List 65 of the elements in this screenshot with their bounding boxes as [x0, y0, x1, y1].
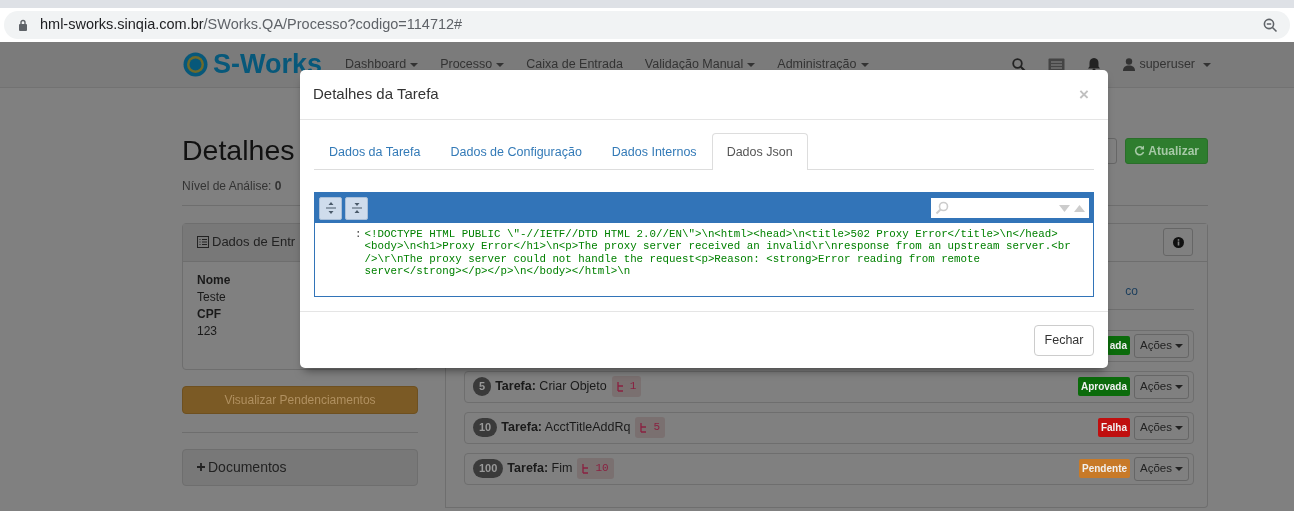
status-badge: Pendente	[1079, 459, 1131, 478]
actions-button[interactable]: Ações	[1134, 374, 1189, 399]
logo-icon	[182, 51, 209, 78]
reference-badge: 5	[635, 417, 666, 438]
info-button[interactable]	[1163, 228, 1193, 256]
field-label: CPF	[197, 305, 221, 323]
tab[interactable]: Dados Internos	[596, 133, 712, 170]
field-value: Teste	[197, 288, 226, 306]
expand-icon	[324, 201, 337, 215]
tree-icon	[616, 381, 625, 392]
number-badge: 10	[473, 418, 498, 437]
actions-button[interactable]: Ações	[1134, 333, 1189, 358]
nav-menu-item[interactable]: Caixa de Entrada	[526, 55, 623, 74]
expand-all-button[interactable]	[319, 196, 342, 220]
brand-logo-text[interactable]: S-Works	[213, 44, 323, 85]
collapse-all-button[interactable]	[345, 196, 368, 220]
task-row[interactable]: 100 Tarefa: Fim 10 Pendente Ações	[464, 452, 1194, 485]
key-separator: :	[355, 228, 362, 242]
list-icon	[197, 236, 209, 248]
panel-title: Dados de Entr	[212, 233, 296, 252]
nav-menu-label[interactable]: Processo	[440, 55, 493, 74]
field-label: Nome	[197, 271, 231, 289]
bell-icon[interactable]	[1087, 57, 1102, 72]
tab[interactable]: Dados da Tarefa	[314, 133, 436, 170]
task-row[interactable]: 5 Tarefa: Criar Objeto 1 Aprovada Ações	[464, 370, 1194, 403]
pending-button[interactable]: Visualizar Pendenciamentos	[182, 385, 418, 414]
page-title: Detalhes	[182, 136, 295, 165]
search-icon[interactable]	[1012, 57, 1027, 72]
reference-badge: 1	[611, 376, 642, 397]
task-label: Tarefa: Criar Objeto	[495, 378, 607, 396]
reference-badge: 10	[577, 458, 614, 479]
lock-icon	[18, 19, 28, 31]
tab[interactable]: Dados de Configuração	[435, 133, 597, 170]
tab[interactable]: Dados Json	[711, 133, 808, 170]
link-text[interactable]: co	[1125, 281, 1138, 309]
number-badge: 100	[473, 459, 504, 478]
status-badge: Falha	[1097, 418, 1131, 437]
info-icon	[1172, 236, 1184, 248]
task-label: Tarefa: Fim	[507, 460, 573, 478]
collapse-icon	[350, 201, 363, 215]
search-icon	[935, 201, 949, 215]
status-badge: ada	[1106, 336, 1131, 355]
task-label: Tarefa: AcctTitleAddRq	[501, 419, 631, 437]
refresh-button[interactable]: Atualizar	[1125, 137, 1208, 164]
documents-panel[interactable]: Documentos	[182, 448, 418, 486]
number-badge: 5	[473, 377, 492, 396]
refresh-icon	[1134, 145, 1146, 156]
close-dialog-button[interactable]: Fechar	[1034, 325, 1094, 356]
zoom-out-icon[interactable]	[1263, 17, 1278, 33]
nav-menu-label[interactable]: Dashboard	[345, 55, 407, 74]
status-badge: Aprovada	[1077, 377, 1131, 396]
plus-icon	[197, 463, 205, 471]
json-value[interactable]: <!DOCTYPE HTML PUBLIC \"-//IETF//DTD HTML 2.0//EN\">\n<html><head>\n<title>502 Proxy Error</title>\n</head> <body>\n<h1>Proxy Error</h1>\n<p>The proxy server received an invalid\r\nresponse from an upstream server.<br />\r\nThe proxy server could not handle the request<p>Reason: <strong>Error reading from remote server</strong></p></p>\n</body></html>\n	[364, 228, 1071, 278]
nav-menu-item[interactable]: Processo	[440, 55, 505, 74]
analysis-level: Nível de Análise: 0	[182, 177, 283, 195]
dialog-title: Detalhes da Tarefa	[313, 84, 439, 105]
tree-icon	[640, 422, 649, 433]
actions-button[interactable]: Ações	[1134, 415, 1189, 440]
tree-icon	[582, 463, 591, 474]
nav-menu-item[interactable]: Dashboard	[345, 55, 419, 74]
actions-button[interactable]: Ações	[1134, 456, 1189, 481]
user-menu[interactable]: superuser	[1123, 55, 1211, 74]
user-icon	[1123, 58, 1136, 71]
field-value: 123	[197, 322, 218, 340]
task-row[interactable]: 10 Tarefa: AcctTitleAddRq 5 Falha Ações	[464, 411, 1194, 444]
